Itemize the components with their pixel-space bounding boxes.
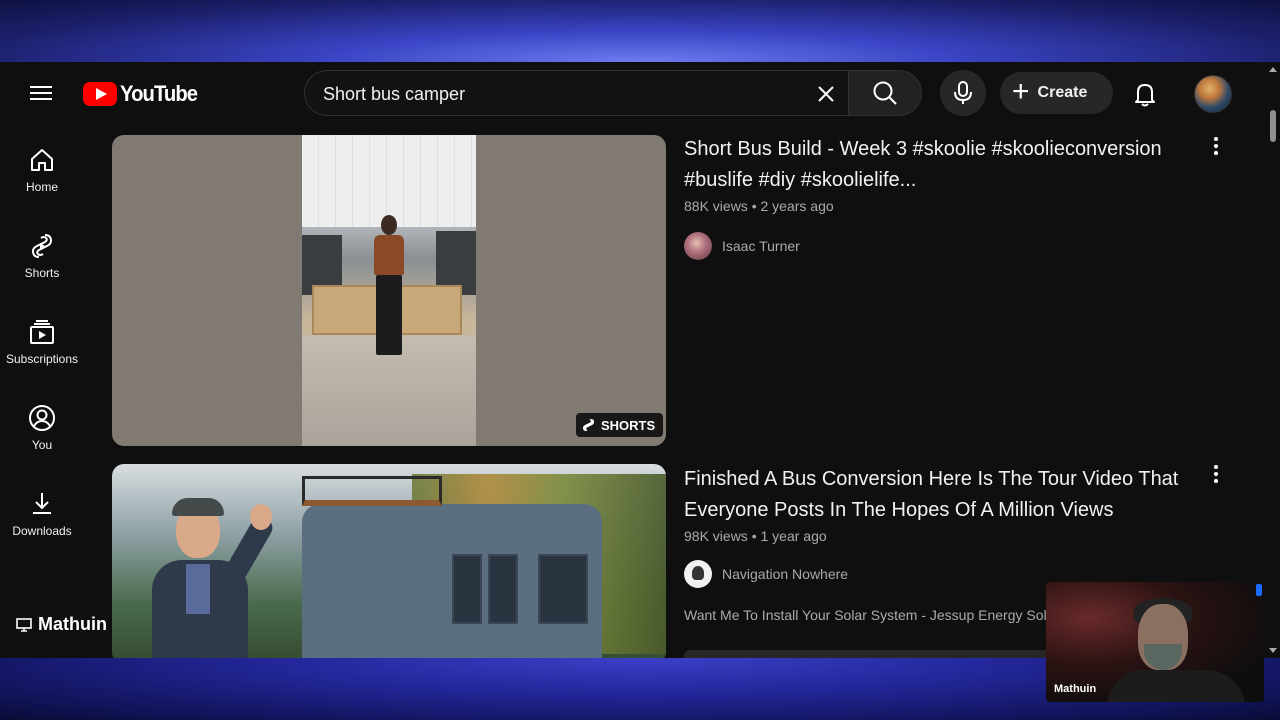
you-icon: [29, 405, 55, 431]
upload-age: 1 year ago: [760, 528, 827, 544]
webcam-overlay: Mathuin: [1046, 582, 1264, 702]
shorts-frame: [302, 135, 476, 446]
more-actions-icon[interactable]: [1204, 134, 1228, 158]
view-count: 88K views: [684, 198, 748, 214]
scroll-up-icon[interactable]: [1269, 67, 1277, 72]
page-scrollbar[interactable]: [1266, 62, 1280, 658]
sidebar-item-label: You: [31, 438, 53, 452]
sidebar-item-subscriptions[interactable]: Subscriptions: [0, 306, 84, 382]
scrollbar-thumb[interactable]: [1270, 110, 1276, 142]
sidebar-item-label: Shorts: [24, 266, 60, 280]
create-label: Create: [1037, 84, 1088, 101]
more-actions-icon[interactable]: [1204, 462, 1228, 486]
downloads-icon: [33, 493, 51, 514]
sidebar-item-downloads[interactable]: Downloads: [0, 478, 84, 554]
youtube-play-icon: [83, 82, 117, 106]
chapter-preview[interactable]: [684, 650, 1064, 658]
microphone-icon: [954, 81, 972, 104]
sidebar-item-label: Subscriptions: [5, 352, 79, 366]
streamer-tag: Mathuin: [16, 614, 107, 635]
search-icon: [873, 81, 897, 105]
video-thumbnail[interactable]: SHORTS: [112, 135, 666, 446]
roof-rack: [302, 476, 442, 506]
bus-ceiling: [302, 135, 476, 227]
meta-separator: •: [751, 528, 761, 544]
logo-text: YouTube: [120, 81, 198, 106]
sidebar-item-label: Downloads: [12, 524, 72, 538]
sidebar-item-shorts[interactable]: Shorts: [0, 220, 84, 296]
shorts-badge: SHORTS: [576, 413, 664, 437]
monitor-icon: [16, 617, 32, 632]
sidebar-item-label: Home: [25, 180, 58, 194]
video-description: Want Me To Install Your Solar System - J…: [684, 607, 1055, 623]
subscriptions-icon: [30, 320, 54, 344]
video-title[interactable]: Finished A Bus Conversion Here Is The To…: [684, 464, 1204, 526]
masthead: YouTube + Create: [0, 62, 1280, 126]
shorts-icon: [583, 419, 594, 431]
channel-name: Navigation Nowhere: [722, 566, 849, 582]
shorts-badge-label: SHORTS: [601, 417, 656, 433]
account-avatar[interactable]: [1194, 75, 1232, 113]
blue-bus: [302, 476, 602, 658]
meta-separator: •: [751, 198, 761, 214]
channel-avatar: [684, 560, 712, 588]
video-meta: 88K views • 2 years ago: [684, 198, 834, 214]
bell-icon: [1135, 84, 1155, 107]
channel-link[interactable]: Navigation Nowhere: [684, 560, 848, 588]
search-button[interactable]: [848, 70, 922, 116]
youtube-logo[interactable]: YouTube: [83, 80, 204, 108]
video-thumbnail[interactable]: [112, 464, 666, 658]
upload-age: 2 years ago: [760, 198, 834, 214]
search-box: [304, 70, 848, 116]
streamer-name: Mathuin: [38, 614, 107, 634]
channel-link[interactable]: Isaac Turner: [684, 232, 800, 260]
desktop-background-top: [0, 0, 1280, 62]
clear-search-button[interactable]: [814, 82, 842, 106]
close-icon: [818, 86, 834, 102]
notifications-button[interactable]: [1131, 80, 1159, 108]
home-icon: [31, 149, 53, 171]
sidebar-item-you[interactable]: You: [0, 392, 84, 468]
search-input[interactable]: [323, 82, 803, 106]
voice-search-button[interactable]: [940, 70, 986, 116]
webcam-name: Mathuin: [1054, 683, 1097, 695]
browser-window: YouTube + Create: [0, 62, 1280, 658]
presenter-figure: [142, 494, 277, 658]
scroll-down-icon[interactable]: [1269, 648, 1277, 653]
channel-name: Isaac Turner: [722, 238, 800, 254]
person-figure: [368, 215, 408, 355]
view-count: 98K views: [684, 528, 748, 544]
shorts-icon: [31, 234, 53, 258]
menu-icon[interactable]: [28, 82, 54, 106]
live-indicator: [1256, 584, 1262, 596]
video-meta: 98K views • 1 year ago: [684, 528, 827, 544]
video-title[interactable]: Short Bus Build - Week 3 #skoolie #skool…: [684, 134, 1204, 196]
sidebar-item-home[interactable]: Home: [0, 134, 84, 210]
create-button[interactable]: + Create: [1000, 72, 1113, 114]
channel-avatar: [684, 232, 712, 260]
plus-icon: +: [1012, 74, 1030, 108]
